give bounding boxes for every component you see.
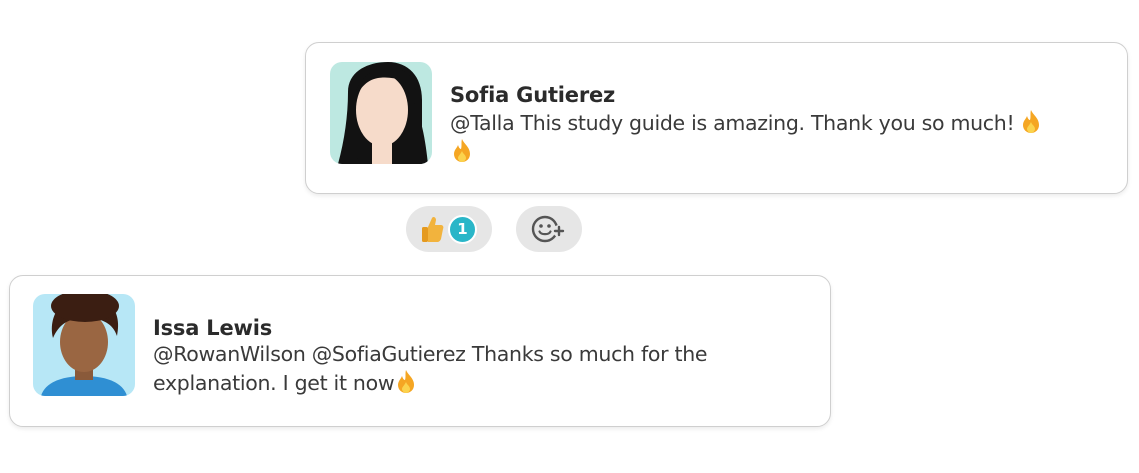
avatar-image bbox=[330, 62, 432, 164]
avatar[interactable] bbox=[33, 294, 135, 396]
add-emoji-icon bbox=[531, 215, 565, 243]
fire-icon bbox=[398, 370, 415, 393]
comment-message: @Talla This study guide is amazing. Than… bbox=[450, 109, 1050, 167]
avatar[interactable] bbox=[330, 62, 432, 164]
comment-message: @RowanWilson @SofiaGutierez Thanks so mu… bbox=[153, 340, 773, 398]
like-count-badge: 1 bbox=[448, 215, 477, 244]
add-reaction-button[interactable] bbox=[516, 206, 582, 252]
comment-card-issa: Issa Lewis @RowanWilson @SofiaGutierez T… bbox=[9, 275, 831, 427]
comment-card-sofia: Sofia Gutierez @Talla This study guide i… bbox=[305, 42, 1128, 194]
like-reaction-button[interactable]: 1 bbox=[406, 206, 492, 252]
fire-icon bbox=[454, 139, 470, 162]
comment-text: @Talla This study guide is amazing. Than… bbox=[450, 111, 1015, 135]
comment-author[interactable]: Issa Lewis bbox=[153, 316, 272, 340]
avatar-image bbox=[33, 294, 135, 396]
comment-author[interactable]: Sofia Gutierez bbox=[450, 83, 615, 107]
comment-text: @RowanWilson @SofiaGutierez Thanks so mu… bbox=[153, 342, 708, 395]
fire-icon bbox=[1023, 110, 1040, 133]
thumbs-up-icon bbox=[422, 216, 444, 242]
